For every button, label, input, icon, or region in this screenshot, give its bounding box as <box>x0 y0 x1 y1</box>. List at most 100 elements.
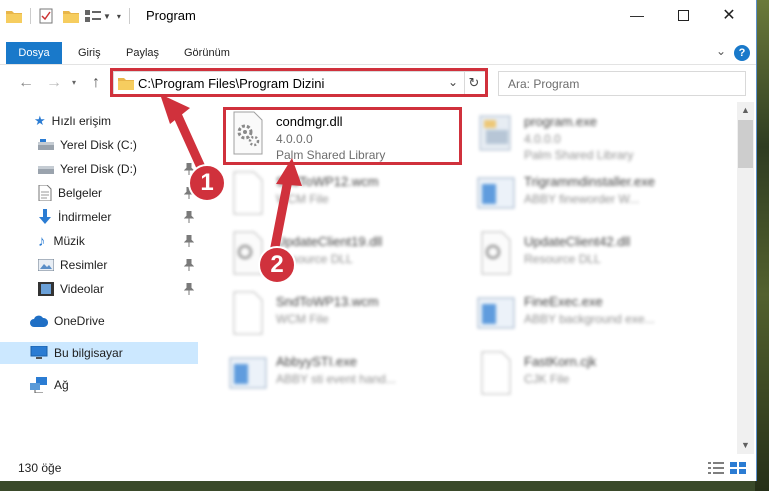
file-description: ABBY sti event hand... <box>276 372 396 386</box>
chevron-down-icon: ▾ <box>72 78 77 87</box>
computer-icon <box>30 346 48 359</box>
file-item-sndtowp12[interactable]: SndToWP12.wcm WCM File <box>226 166 476 222</box>
up-button[interactable]: ↑ <box>92 74 100 92</box>
maximize-button[interactable] <box>660 0 706 30</box>
nav-label: Ağ <box>54 378 69 392</box>
vertical-scrollbar[interactable]: ▲ ▼ <box>737 102 754 454</box>
nav-onedrive[interactable]: OneDrive <box>0 310 198 332</box>
scroll-up-icon[interactable]: ▲ <box>737 102 754 119</box>
star-icon: ★ <box>34 113 46 128</box>
item-count: 130 öğe <box>18 461 62 475</box>
tab-home[interactable]: Giriş <box>78 42 101 64</box>
file-type: WCM File <box>276 312 329 326</box>
close-icon: ✕ <box>722 7 736 24</box>
dropdown-arrow-icon[interactable]: ▼ <box>103 12 111 21</box>
large-icons-view-icon[interactable] <box>730 462 746 474</box>
file-icon <box>481 351 511 395</box>
ribbon-tabs: Dosya Giriş Paylaş Görünüm ⌄ ? <box>0 42 756 65</box>
exe-window-icon <box>477 177 515 209</box>
drive-icon <box>38 139 54 150</box>
file-type: CJK File <box>524 372 570 386</box>
separator <box>128 8 130 24</box>
nav-label: Yerel Disk (D:) <box>60 162 137 176</box>
status-bar: 130 öğe <box>0 454 756 481</box>
recent-locations-button[interactable]: ▾ <box>72 78 76 87</box>
expand-ribbon-icon[interactable]: ⌄ <box>716 44 726 58</box>
nav-quick-access[interactable]: ★ Hızlı erişim <box>0 110 198 132</box>
nav-label: Hızlı erişim <box>51 114 111 128</box>
nav-item-downloads[interactable]: İndirmeler <box>0 206 198 228</box>
tab-share[interactable]: Paylaş <box>126 42 159 64</box>
nav-label: Müzik <box>53 234 85 248</box>
file-item-trigramm[interactable]: Trigrammdinstaller.exe ABBY fineworder W… <box>474 166 724 222</box>
nav-network[interactable]: Ağ <box>0 374 198 396</box>
file-item-fineexec[interactable]: FineExec.exe ABBY background exe... <box>474 286 724 342</box>
scroll-thumb[interactable] <box>738 120 753 168</box>
tab-file[interactable]: Dosya <box>6 42 62 64</box>
file-name: UpdateClient42.dll <box>524 234 631 249</box>
new-folder-icon[interactable] <box>63 9 79 23</box>
file-type: Resource DLL <box>524 252 601 266</box>
nav-label: Yerel Disk (C:) <box>60 138 137 152</box>
cloud-icon <box>30 315 48 327</box>
nav-item-local-disk-c[interactable]: Yerel Disk (C:) <box>0 134 198 156</box>
drive-icon <box>38 166 54 174</box>
tab-view[interactable]: Görünüm <box>184 42 230 64</box>
forward-arrow-icon: → <box>46 74 62 91</box>
nav-label: Videolar <box>60 282 104 296</box>
callout-step-2: 2 <box>258 246 296 284</box>
customize-toolbar-icon[interactable]: ▾ <box>117 12 121 21</box>
dll-gear-icon <box>481 231 511 275</box>
file-item-abbyysti[interactable]: AbbyySTI.exe ABBY sti event hand... <box>226 346 476 402</box>
pin-icon[interactable] <box>184 211 194 223</box>
nav-item-local-disk-d[interactable]: Yerel Disk (D:) <box>0 158 198 180</box>
file-name: program.exe <box>524 114 597 129</box>
minimize-button[interactable]: — <box>614 0 660 30</box>
exe-window-icon <box>477 297 515 329</box>
callout-step-1: 1 <box>188 164 226 202</box>
back-button[interactable]: ← <box>18 74 34 92</box>
nav-item-pictures[interactable]: Resimler <box>0 254 198 276</box>
nav-label: Bu bilgisayar <box>54 346 123 360</box>
pin-icon[interactable] <box>184 235 194 247</box>
pin-icon[interactable] <box>184 259 194 271</box>
search-input[interactable]: Ara: Program <box>498 71 746 96</box>
forward-button[interactable]: → <box>46 74 62 92</box>
search-placeholder: Ara: Program <box>508 77 580 91</box>
music-note-icon: ♪ <box>38 232 46 250</box>
properties-icon[interactable] <box>39 8 53 24</box>
pin-icon[interactable] <box>184 283 194 295</box>
title-bar: ▼ ▾ Program — ✕ <box>0 0 756 30</box>
separator <box>30 8 31 24</box>
nav-item-documents[interactable]: Belgeler <box>0 182 198 204</box>
folder-icon[interactable] <box>6 9 22 23</box>
address-highlight-box <box>110 68 488 97</box>
nav-label: Belgeler <box>58 186 103 200</box>
file-item-fastkorn[interactable]: FastKorn.cjk CJK File <box>474 346 724 402</box>
file-name: FineExec.exe <box>524 294 603 309</box>
file-name: AbbyySTI.exe <box>276 354 357 369</box>
file-item-program-exe[interactable]: program.exe 4.0.0.0 Palm Shared Library <box>474 106 724 162</box>
details-view-icon[interactable] <box>708 462 724 474</box>
minimize-icon: — <box>630 7 644 23</box>
scroll-down-icon[interactable]: ▼ <box>737 437 754 454</box>
nav-label: İndirmeler <box>58 210 112 224</box>
help-button[interactable]: ? <box>734 45 750 61</box>
close-button[interactable]: ✕ <box>706 0 752 30</box>
desktop-background <box>755 0 769 491</box>
nav-item-videos[interactable]: Videolar <box>0 278 198 300</box>
up-arrow-icon: ↑ <box>92 74 100 91</box>
download-arrow-icon <box>39 209 51 224</box>
exe-window-icon <box>229 357 267 389</box>
nav-item-music[interactable]: ♪ Müzik <box>0 230 198 252</box>
network-icon <box>30 377 47 393</box>
file-item-updateclient42[interactable]: UpdateClient42.dll Resource DLL <box>474 226 724 282</box>
file-type: WCM File <box>276 192 329 206</box>
view-options-icon[interactable] <box>85 9 101 23</box>
file-version: 4.0.0.0 <box>524 132 561 146</box>
nav-this-pc[interactable]: Bu bilgisayar <box>0 342 198 364</box>
exe-install-icon <box>479 115 511 151</box>
file-highlight-box <box>223 107 462 165</box>
file-description: ABBY fineworder W... <box>524 192 640 206</box>
file-item-sndtowp13[interactable]: SndToWP13.wcm WCM File <box>226 286 476 342</box>
